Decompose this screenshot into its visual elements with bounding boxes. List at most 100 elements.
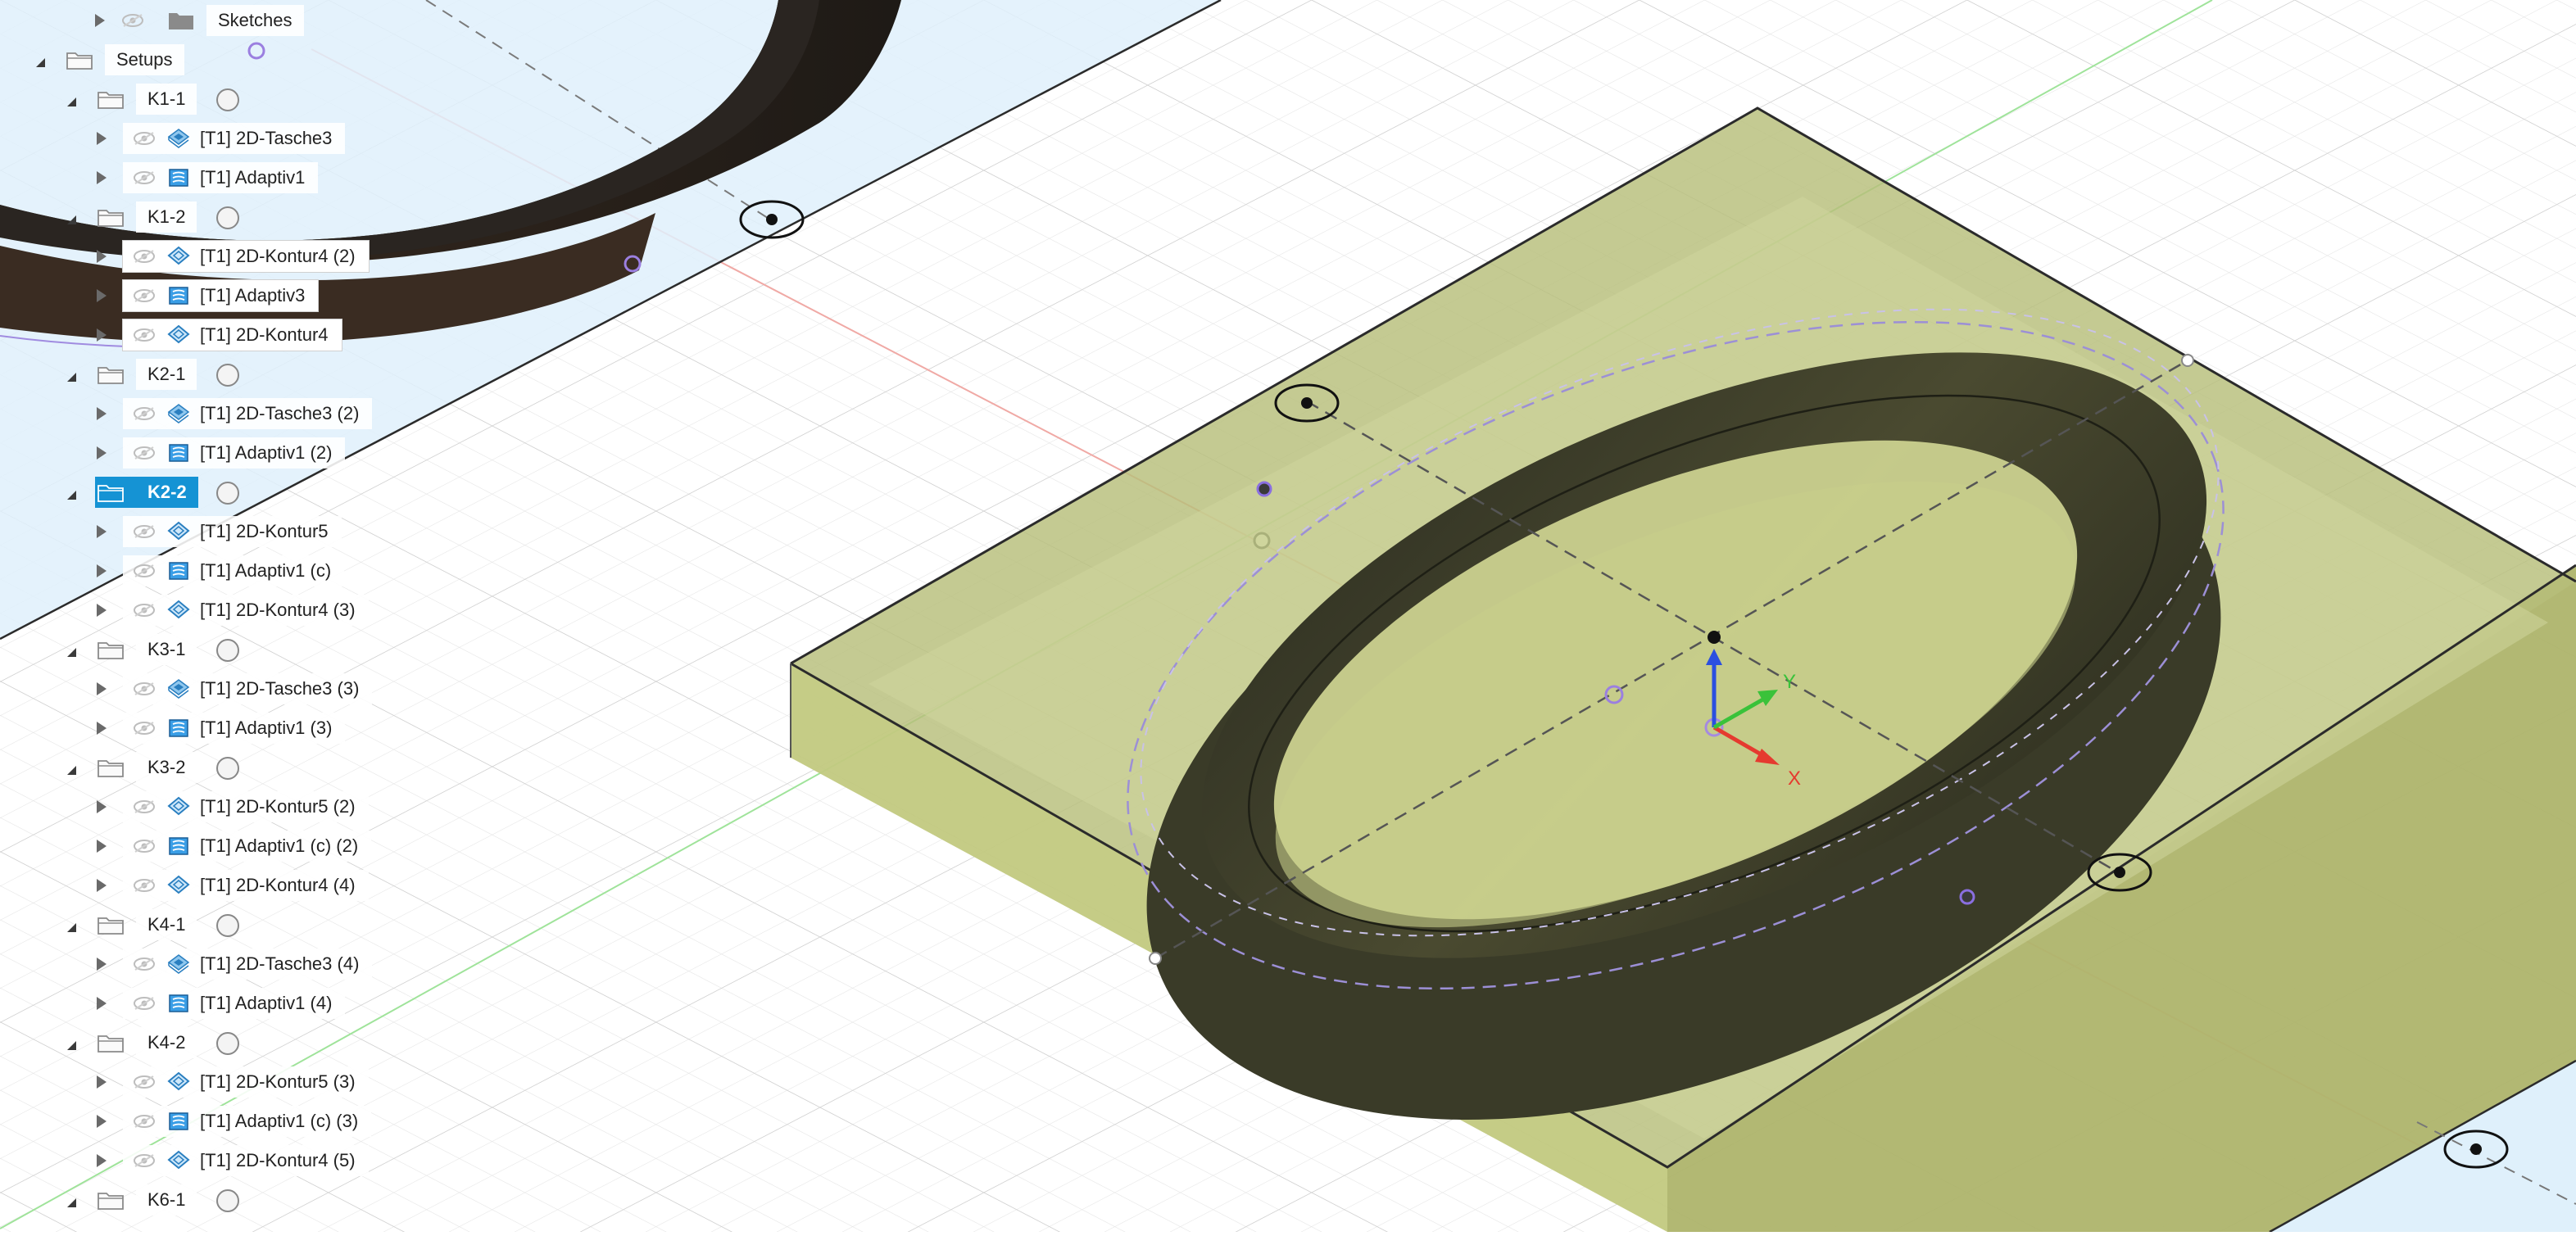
expand-toggle-operation[interactable]: [97, 407, 107, 420]
expand-toggle-operation[interactable]: [97, 840, 107, 853]
operation-item[interactable]: [T1] 2D-Tasche3 (2): [123, 398, 373, 429]
expand-toggle-operation[interactable]: [97, 997, 107, 1010]
expand-toggle-operation[interactable]: [97, 328, 107, 342]
eye-icon[interactable]: [133, 839, 156, 853]
control-point-c[interactable]: [1959, 889, 1975, 905]
operation-label: [T1] Adaptiv1 (c) (2): [200, 835, 359, 856]
eye-icon[interactable]: [133, 603, 156, 618]
expand-toggle-operation[interactable]: [97, 171, 107, 184]
contour-2d-icon: [167, 600, 190, 619]
adaptive-icon: [169, 287, 188, 305]
sketches-label[interactable]: Sketches: [206, 5, 304, 36]
expand-toggle-setup[interactable]: [67, 648, 76, 657]
expand-toggle-setup[interactable]: [67, 97, 76, 106]
expand-toggle-setup[interactable]: [67, 766, 76, 775]
operation-item[interactable]: [T1] 2D-Kontur5 (3): [123, 1066, 369, 1098]
adaptive-icon: [169, 169, 188, 187]
eye-icon[interactable]: [133, 721, 156, 736]
eye-icon[interactable]: [133, 1075, 156, 1089]
eye-icon[interactable]: [133, 524, 156, 539]
operation-item[interactable]: [T1] Adaptiv1: [123, 162, 319, 193]
eye-icon[interactable]: [133, 249, 156, 264]
folder-icon: [98, 485, 124, 502]
setup-item[interactable]: K3-2: [136, 752, 197, 783]
setup-item[interactable]: K6-1: [136, 1184, 197, 1216]
operation-item[interactable]: [T1] 2D-Kontur4 (3): [123, 595, 369, 626]
expand-toggle-operation[interactable]: [97, 958, 107, 971]
eye-icon[interactable]: [133, 328, 156, 342]
eye-icon[interactable]: [133, 1153, 156, 1168]
setup-item[interactable]: K3-1: [136, 634, 197, 665]
operation-item[interactable]: [T1] 2D-Tasche3 (4): [123, 949, 373, 980]
expand-toggle-setup[interactable]: [67, 491, 76, 500]
setup-item[interactable]: K2-1: [136, 359, 197, 390]
operation-item[interactable]: [T1] Adaptiv1 (3): [123, 713, 346, 744]
eye-icon[interactable]: [133, 1114, 156, 1129]
expand-toggle-operation[interactable]: [97, 132, 107, 145]
operation-label: [T1] Adaptiv1 (c): [200, 560, 332, 581]
expand-toggle-operation[interactable]: [97, 525, 107, 538]
operation-label: [T1] 2D-Kontur5 (3): [200, 1071, 356, 1092]
operation-item[interactable]: [T1] Adaptiv1 (c): [123, 555, 345, 586]
expand-toggle-operation[interactable]: [97, 1154, 107, 1167]
operation-item[interactable]: [T1] 2D-Kontur4: [123, 319, 342, 351]
expand-toggle-operation[interactable]: [97, 250, 107, 263]
operation-item[interactable]: [T1] 2D-Kontur4 (5): [123, 1145, 369, 1176]
eye-icon[interactable]: [133, 957, 156, 971]
expand-toggle-operation[interactable]: [97, 1115, 107, 1128]
operation-item[interactable]: [T1] 2D-Kontur4 (4): [123, 870, 369, 901]
expand-toggle-setup[interactable]: [67, 1198, 76, 1207]
operation-item[interactable]: [T1] 2D-Tasche3: [123, 123, 346, 154]
endpoint-marker-a[interactable]: [1149, 952, 1162, 965]
eye-icon[interactable]: [133, 406, 156, 421]
eye-icon[interactable]: [133, 446, 156, 460]
eye-icon[interactable]: [133, 878, 156, 893]
endpoint-marker-b[interactable]: [2181, 354, 2194, 367]
expand-toggle-setup[interactable]: [67, 923, 76, 932]
eye-icon[interactable]: [133, 170, 156, 185]
operation-label: [T1] 2D-Tasche3: [200, 128, 333, 148]
expand-toggle-setup[interactable]: [67, 373, 76, 382]
operation-item[interactable]: [T1] Adaptiv1 (c) (2): [123, 831, 372, 862]
expand-toggle-setup[interactable]: [67, 1041, 76, 1050]
expand-toggle-operation[interactable]: [97, 879, 107, 892]
pocket-2d-icon: [167, 679, 190, 699]
operation-item[interactable]: [T1] Adaptiv3: [123, 280, 319, 311]
expand-toggle-setups[interactable]: [36, 58, 45, 67]
expand-toggle-operation[interactable]: [97, 604, 107, 617]
eye-icon[interactable]: [133, 564, 156, 578]
expand-toggle-operation[interactable]: [97, 682, 107, 695]
expand-toggle-operation[interactable]: [97, 564, 107, 577]
eye-icon[interactable]: [133, 131, 156, 146]
operation-item[interactable]: [T1] 2D-Kontur5 (2): [123, 791, 369, 822]
eye-icon[interactable]: [133, 996, 156, 1011]
expand-toggle-setup[interactable]: [67, 215, 76, 224]
setup-item[interactable]: K4-2: [136, 1027, 197, 1058]
folder-icon: [66, 52, 93, 70]
operation-item[interactable]: [T1] Adaptiv1 (2): [123, 437, 346, 469]
operation-item[interactable]: [T1] Adaptiv1 (4): [123, 988, 346, 1019]
expand-toggle-operation[interactable]: [97, 722, 107, 735]
expand-toggle-operation[interactable]: [97, 800, 107, 813]
operation-item[interactable]: [T1] 2D-Kontur5: [123, 516, 342, 547]
control-point-d[interactable]: [1253, 532, 1271, 550]
expand-toggle-sketches[interactable]: [95, 14, 105, 27]
control-point-a[interactable]: [1256, 481, 1272, 497]
eye-icon[interactable]: [121, 13, 144, 28]
expand-toggle-operation[interactable]: [97, 289, 107, 302]
folder-icon: [98, 1193, 124, 1210]
setup-status-icon: [216, 88, 239, 111]
setup-item[interactable]: K4-1: [136, 909, 197, 940]
operation-item[interactable]: [T1] 2D-Kontur4 (2): [123, 241, 369, 272]
setup-item[interactable]: K1-2: [136, 201, 197, 233]
operation-item[interactable]: [T1] 2D-Tasche3 (3): [123, 673, 373, 704]
setup-item[interactable]: K1-1: [136, 84, 197, 115]
eye-icon[interactable]: [133, 288, 156, 303]
operation-label: [T1] 2D-Kontur5: [200, 521, 329, 541]
eye-icon[interactable]: [133, 681, 156, 696]
setups-label[interactable]: Setups: [105, 44, 184, 75]
eye-icon[interactable]: [133, 799, 156, 814]
operation-item[interactable]: [T1] Adaptiv1 (c) (3): [123, 1106, 372, 1137]
expand-toggle-operation[interactable]: [97, 1075, 107, 1089]
expand-toggle-operation[interactable]: [97, 446, 107, 460]
